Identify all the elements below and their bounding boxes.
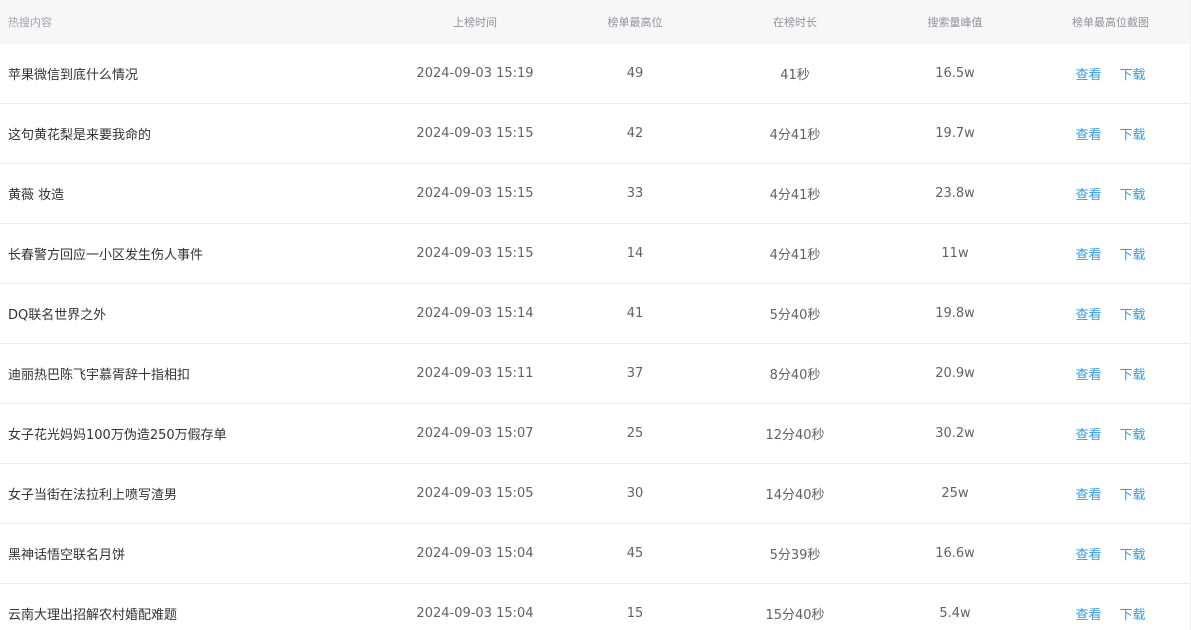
row-rank: 15 — [626, 606, 644, 621]
view-link[interactable]: 查看 — [1075, 188, 1101, 203]
row-time: 2024-09-03 15:04 — [416, 606, 534, 621]
row-duration: 41秒 — [780, 68, 810, 83]
row-rank: 30 — [626, 486, 644, 501]
row-duration: 4分41秒 — [769, 128, 821, 143]
row-time: 2024-09-03 15:19 — [416, 66, 534, 81]
row-time: 2024-09-03 15:14 — [416, 306, 534, 321]
row-time: 2024-09-03 15:04 — [416, 546, 534, 561]
header-screenshot: 榜单最高位截图 — [1072, 16, 1149, 29]
view-link[interactable]: 查看 — [1075, 128, 1101, 143]
row-actions: 查看 下载 — [1030, 544, 1191, 563]
row-actions: 查看 下载 — [1030, 604, 1191, 623]
table-body: 苹果微信到底什么情况 2024-09-03 15:19 49 41秒 16.5w… — [0, 44, 1191, 630]
table-row: 云南大理出招解农村婚配难题 2024-09-03 15:04 15 15分40秒… — [0, 584, 1191, 630]
row-peak: 11w — [941, 246, 969, 261]
table-row: 黑神话悟空联名月饼 2024-09-03 15:04 45 5分39秒 16.6… — [0, 524, 1191, 584]
view-link[interactable]: 查看 — [1075, 68, 1101, 83]
row-duration: 8分40秒 — [769, 368, 821, 383]
header-top-rank: 榜单最高位 — [607, 16, 663, 29]
row-peak: 19.8w — [935, 306, 975, 321]
row-actions: 查看 下载 — [1030, 244, 1191, 263]
row-duration: 12分40秒 — [765, 428, 825, 443]
row-content: 黑神话悟空联名月饼 — [8, 548, 126, 563]
row-time: 2024-09-03 15:15 — [416, 126, 534, 141]
download-link[interactable]: 下载 — [1120, 308, 1146, 323]
row-rank: 14 — [626, 246, 644, 261]
row-time: 2024-09-03 15:07 — [416, 426, 534, 441]
table-row: 苹果微信到底什么情况 2024-09-03 15:19 49 41秒 16.5w… — [0, 44, 1191, 104]
download-link[interactable]: 下载 — [1120, 68, 1146, 83]
download-link[interactable]: 下载 — [1120, 488, 1146, 503]
download-link[interactable]: 下载 — [1120, 128, 1146, 143]
row-time: 2024-09-03 15:15 — [416, 186, 534, 201]
row-peak: 25w — [941, 486, 969, 501]
view-link[interactable]: 查看 — [1075, 608, 1101, 623]
download-link[interactable]: 下载 — [1120, 368, 1146, 383]
row-peak: 19.7w — [935, 126, 975, 141]
row-content: 苹果微信到底什么情况 — [8, 68, 139, 83]
row-peak: 20.9w — [935, 366, 975, 381]
row-peak: 30.2w — [935, 426, 975, 441]
table-row: 长春警方回应一小区发生伤人事件 2024-09-03 15:15 14 4分41… — [0, 224, 1191, 284]
row-rank: 41 — [626, 306, 644, 321]
row-duration: 5分40秒 — [769, 308, 821, 323]
header-peak: 搜索量峰值 — [927, 16, 983, 29]
row-actions: 查看 下载 — [1030, 424, 1191, 443]
row-peak: 23.8w — [935, 186, 975, 201]
row-actions: 查看 下载 — [1030, 364, 1191, 383]
row-peak: 16.5w — [935, 66, 975, 81]
row-actions: 查看 下载 — [1030, 484, 1191, 503]
view-link[interactable]: 查看 — [1075, 488, 1101, 503]
row-content: 迪丽热巴陈飞宇慕胥辞十指相扣 — [8, 368, 191, 383]
row-content: 长春警方回应一小区发生伤人事件 — [8, 248, 204, 263]
row-duration: 14分40秒 — [765, 488, 825, 503]
row-content: 这句黄花梨是来要我命的 — [8, 128, 152, 143]
download-link[interactable]: 下载 — [1120, 428, 1146, 443]
header-duration: 在榜时长 — [773, 16, 817, 29]
row-rank: 33 — [626, 186, 644, 201]
row-duration: 4分41秒 — [769, 188, 821, 203]
row-actions: 查看 下载 — [1030, 304, 1191, 323]
download-link[interactable]: 下载 — [1120, 548, 1146, 563]
table-row: 迪丽热巴陈飞宇慕胥辞十指相扣 2024-09-03 15:11 37 8分40秒… — [0, 344, 1191, 404]
row-actions: 查看 下载 — [1030, 124, 1191, 143]
table-row: 这句黄花梨是来要我命的 2024-09-03 15:15 42 4分41秒 19… — [0, 104, 1191, 164]
table-row: DQ联名世界之外 2024-09-03 15:14 41 5分40秒 19.8w… — [0, 284, 1191, 344]
row-actions: 查看 下载 — [1030, 184, 1191, 203]
row-content: 黄薇 妆造 — [8, 188, 65, 203]
row-rank: 49 — [626, 66, 644, 81]
header-content: 热搜内容 — [8, 16, 52, 29]
hot-search-table: 热搜内容 上榜时间 榜单最高位 在榜时长 搜索量峰值 榜单最高位截图 苹果微信到… — [0, 0, 1191, 630]
row-content: DQ联名世界之外 — [8, 308, 107, 323]
view-link[interactable]: 查看 — [1075, 548, 1101, 563]
row-duration: 5分39秒 — [769, 548, 821, 563]
download-link[interactable]: 下载 — [1120, 188, 1146, 203]
row-rank: 25 — [626, 426, 644, 441]
row-actions: 查看 下载 — [1030, 64, 1191, 83]
view-link[interactable]: 查看 — [1075, 368, 1101, 383]
row-rank: 37 — [626, 366, 644, 381]
row-rank: 42 — [626, 126, 644, 141]
row-duration: 15分40秒 — [765, 608, 825, 623]
row-content: 云南大理出招解农村婚配难题 — [8, 608, 178, 623]
view-link[interactable]: 查看 — [1075, 428, 1101, 443]
row-rank: 45 — [626, 546, 644, 561]
header-time: 上榜时间 — [453, 16, 497, 29]
table-row: 女子花光妈妈100万伪造250万假存单 2024-09-03 15:07 25 … — [0, 404, 1191, 464]
row-time: 2024-09-03 15:15 — [416, 246, 534, 261]
view-link[interactable]: 查看 — [1075, 308, 1101, 323]
download-link[interactable]: 下载 — [1120, 248, 1146, 263]
table-row: 黄薇 妆造 2024-09-03 15:15 33 4分41秒 23.8w 查看… — [0, 164, 1191, 224]
row-content: 女子花光妈妈100万伪造250万假存单 — [8, 428, 227, 443]
table-header: 热搜内容 上榜时间 榜单最高位 在榜时长 搜索量峰值 榜单最高位截图 — [0, 0, 1191, 44]
table-row: 女子当街在法拉利上喷写渣男 2024-09-03 15:05 30 14分40秒… — [0, 464, 1191, 524]
download-link[interactable]: 下载 — [1120, 608, 1146, 623]
row-time: 2024-09-03 15:05 — [416, 486, 534, 501]
row-peak: 16.6w — [935, 546, 975, 561]
row-time: 2024-09-03 15:11 — [416, 366, 534, 381]
row-peak: 5.4w — [939, 606, 971, 621]
row-duration: 4分41秒 — [769, 248, 821, 263]
view-link[interactable]: 查看 — [1075, 248, 1101, 263]
row-content: 女子当街在法拉利上喷写渣男 — [8, 488, 178, 503]
